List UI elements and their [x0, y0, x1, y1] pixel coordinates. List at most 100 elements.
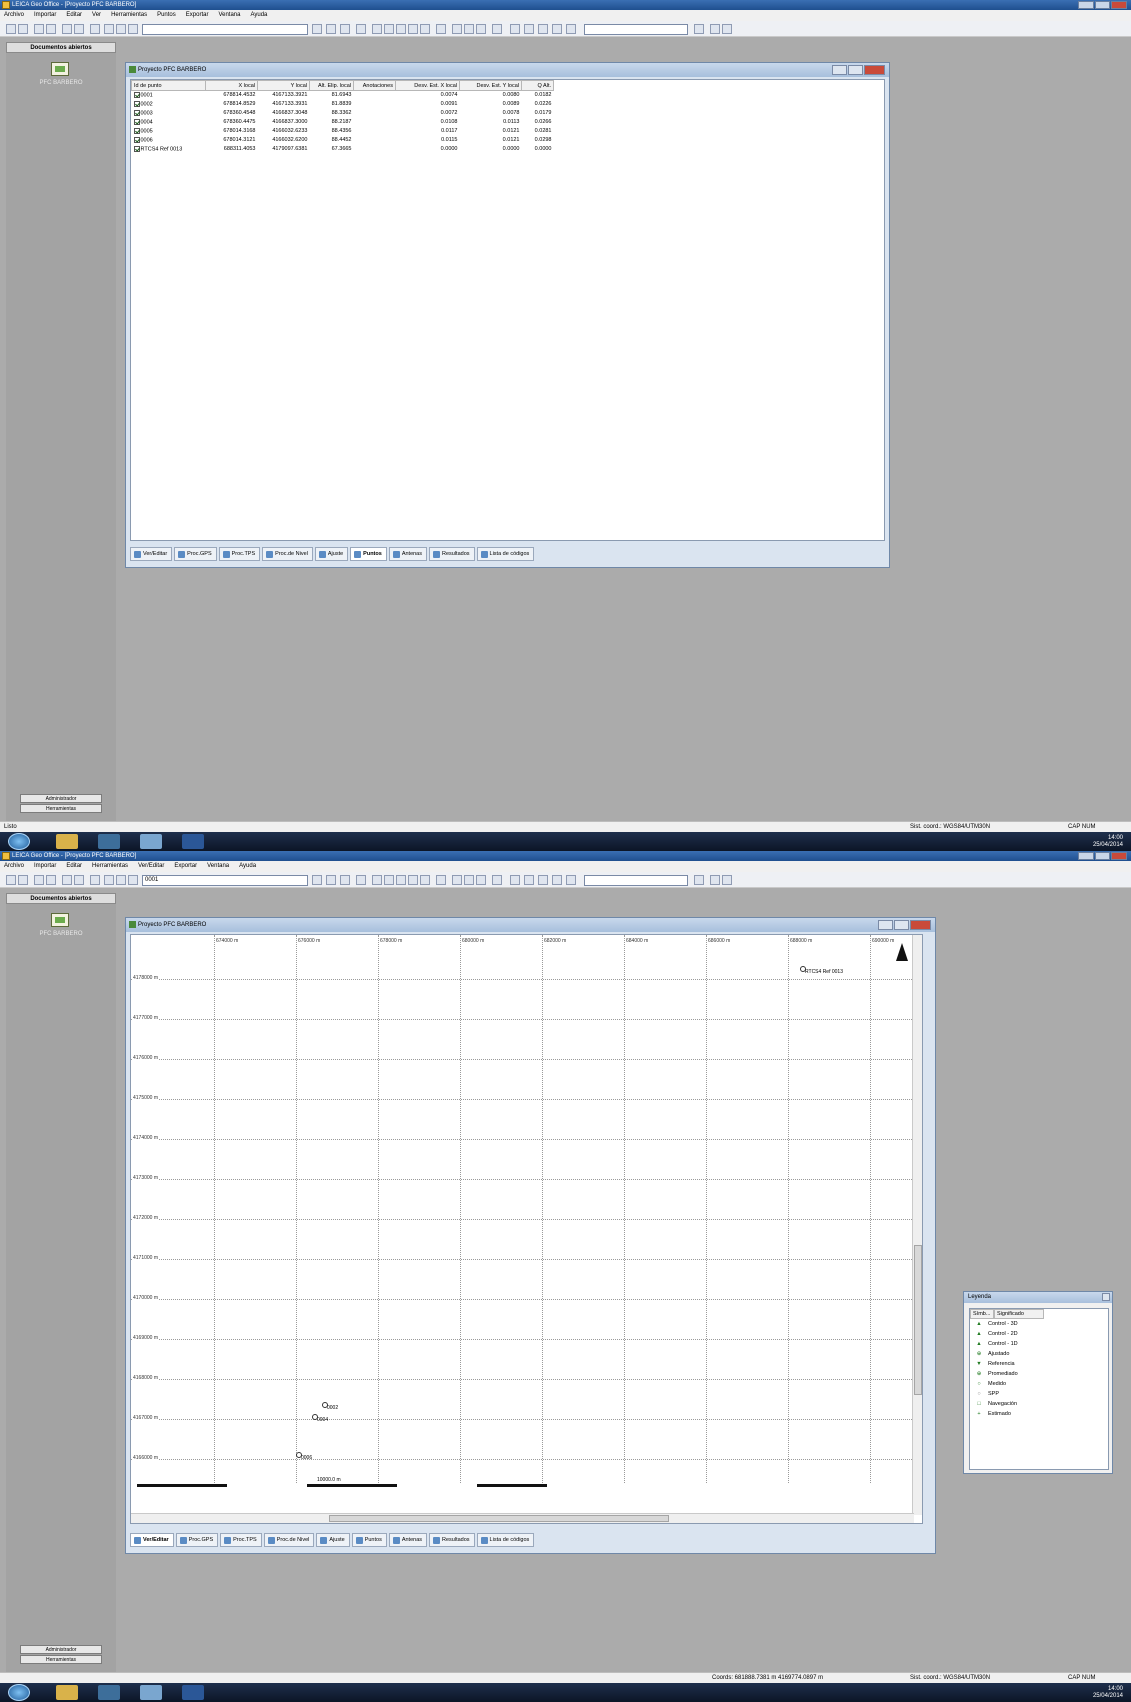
chart-icon[interactable] — [524, 24, 534, 34]
map-point-label[interactable]: 0006 — [295, 1452, 312, 1461]
zoom-in-icon[interactable] — [104, 24, 114, 34]
menu-ayuda[interactable]: Ayuda — [239, 861, 256, 872]
minimize-button[interactable] — [1078, 1, 1094, 9]
tab-lista-codigos[interactable]: Lista de códigos — [476, 1533, 535, 1547]
print-icon[interactable] — [34, 875, 44, 885]
tps-icon[interactable] — [476, 875, 486, 885]
leica-taskbar-icon[interactable] — [140, 1685, 162, 1700]
media-player-icon[interactable] — [98, 834, 120, 849]
menu-archivo[interactable]: Archivo — [4, 10, 24, 21]
scroll-thumb[interactable] — [329, 1515, 669, 1522]
zoom-out-icon[interactable] — [116, 24, 126, 34]
zoom-out-icon[interactable] — [116, 875, 126, 885]
tab-resultados[interactable]: Resultados — [429, 1533, 475, 1547]
tab-lista-codigos[interactable]: Lista de códigos — [476, 547, 535, 561]
menu-ventana[interactable]: Ventana — [207, 861, 229, 872]
antenna-icon[interactable] — [538, 24, 548, 34]
map-point-label[interactable]: RTCS4 Ref 0013 — [800, 966, 843, 975]
maximize-button[interactable] — [1094, 852, 1111, 860]
col-alt-elip[interactable]: Alt. Elip. local — [309, 80, 354, 91]
administrator-button[interactable]: Administrador — [20, 794, 102, 803]
vertical-scrollbar[interactable] — [912, 935, 922, 1515]
window-minimize-button[interactable] — [878, 920, 894, 930]
scroll-thumb[interactable] — [914, 1245, 922, 1395]
explorer-icon[interactable] — [56, 1685, 78, 1700]
text-icon[interactable] — [396, 875, 406, 885]
cut-icon[interactable] — [62, 875, 72, 885]
tab-proc-gps[interactable]: Proc.GPS — [175, 1533, 219, 1547]
tab-proc-tps[interactable]: Proc.TPS — [218, 547, 261, 561]
tab-ver-editar[interactable]: Ver/Editar — [130, 547, 173, 561]
grid-icon[interactable] — [420, 875, 430, 885]
window-minimize-button[interactable] — [832, 65, 848, 75]
measure-icon[interactable] — [340, 875, 350, 885]
menu-editar[interactable]: Editar — [66, 10, 82, 21]
filter-combo[interactable] — [584, 875, 688, 886]
tab-ver-editar[interactable]: Ver/Editar — [130, 1533, 174, 1547]
pan-icon[interactable] — [326, 875, 336, 885]
new-file-icon[interactable] — [6, 24, 16, 34]
menu-editar[interactable]: Editar — [66, 861, 82, 872]
point-selector-combo[interactable]: 0001 — [142, 875, 308, 886]
copy-icon[interactable] — [74, 875, 84, 885]
tab-proc-tps[interactable]: Proc.TPS — [220, 1533, 262, 1547]
line-icon[interactable] — [372, 24, 382, 34]
checkbox[interactable] — [133, 118, 140, 125]
paste-icon[interactable] — [90, 875, 100, 885]
compass-icon[interactable] — [436, 24, 446, 34]
table-row[interactable]: 0001 678814.4532 4167133.3921 81.6943 0.… — [132, 91, 554, 100]
globe-icon[interactable] — [552, 875, 562, 885]
table-row[interactable]: 0004 678360.4475 4166837.3000 88.2187 0.… — [132, 118, 554, 127]
open-folder-icon[interactable] — [18, 875, 28, 885]
maximize-button[interactable] — [1094, 1, 1111, 9]
select-icon[interactable] — [356, 875, 366, 885]
polygon-icon[interactable] — [384, 24, 394, 34]
close-button[interactable] — [1111, 852, 1128, 860]
filter-combo[interactable] — [584, 24, 688, 35]
menu-ayuda[interactable]: Ayuda — [250, 10, 267, 21]
start-button[interactable] — [8, 1684, 30, 1701]
col-annotations[interactable]: Anotaciones — [353, 80, 396, 91]
layers-icon[interactable] — [408, 24, 418, 34]
filter-clear-icon[interactable] — [722, 875, 732, 885]
help-pointer-icon[interactable] — [492, 24, 502, 34]
paste-icon[interactable] — [90, 24, 100, 34]
satellite-icon[interactable] — [452, 24, 462, 34]
menu-ver[interactable]: Ver — [92, 10, 101, 21]
report-icon[interactable] — [566, 24, 576, 34]
checkbox[interactable] — [133, 145, 140, 152]
menu-exportar[interactable]: Exportar — [174, 861, 197, 872]
grid-icon[interactable] — [420, 24, 430, 34]
skip-back-icon[interactable] — [510, 875, 520, 885]
tools-button[interactable]: Herramientas — [20, 804, 102, 813]
media-player-icon[interactable] — [98, 1685, 120, 1700]
col-q-alt[interactable]: Q Alt. — [521, 80, 554, 91]
word-icon[interactable] — [182, 834, 204, 849]
tab-antenas[interactable]: Antenas — [388, 1533, 428, 1547]
text-icon[interactable] — [396, 24, 406, 34]
window-close-button[interactable] — [910, 920, 931, 930]
print-preview-icon[interactable] — [46, 875, 56, 885]
skip-back-icon[interactable] — [510, 24, 520, 34]
map-canvas[interactable]: 674000 m 676000 m 678000 m 680000 m 6820… — [130, 934, 923, 1524]
menu-importar[interactable]: Importar — [34, 10, 56, 21]
cut-icon[interactable] — [62, 24, 72, 34]
col-stddev-x[interactable]: Desv. Est. X local — [395, 80, 460, 91]
tab-proc-gps[interactable]: Proc.GPS — [174, 547, 217, 561]
globe-icon[interactable] — [552, 24, 562, 34]
leica-taskbar-icon[interactable] — [140, 834, 162, 849]
measure-icon[interactable] — [340, 24, 350, 34]
col-x-local[interactable]: X local — [205, 80, 258, 91]
help-pointer-icon[interactable] — [492, 875, 502, 885]
point-selector-combo[interactable] — [142, 24, 308, 35]
checkbox[interactable] — [133, 109, 140, 116]
satellite-icon[interactable] — [452, 875, 462, 885]
table-row[interactable]: 0002 678814.8529 4167133.3931 81.8839 0.… — [132, 100, 554, 109]
print-icon[interactable] — [34, 24, 44, 34]
layers-icon[interactable] — [408, 875, 418, 885]
menu-exportar[interactable]: Exportar — [186, 10, 209, 21]
legend-window[interactable]: Leyenda Símb... Significado ▲ Control - 3… — [963, 1291, 1113, 1474]
points-grid[interactable]: Id de punto X local Y local Alt. Elip. l… — [130, 79, 885, 541]
checkbox[interactable] — [133, 92, 140, 99]
table-row[interactable]: RTCS4 Ref 0013 688311.4053 4179097.6381 … — [132, 145, 554, 154]
